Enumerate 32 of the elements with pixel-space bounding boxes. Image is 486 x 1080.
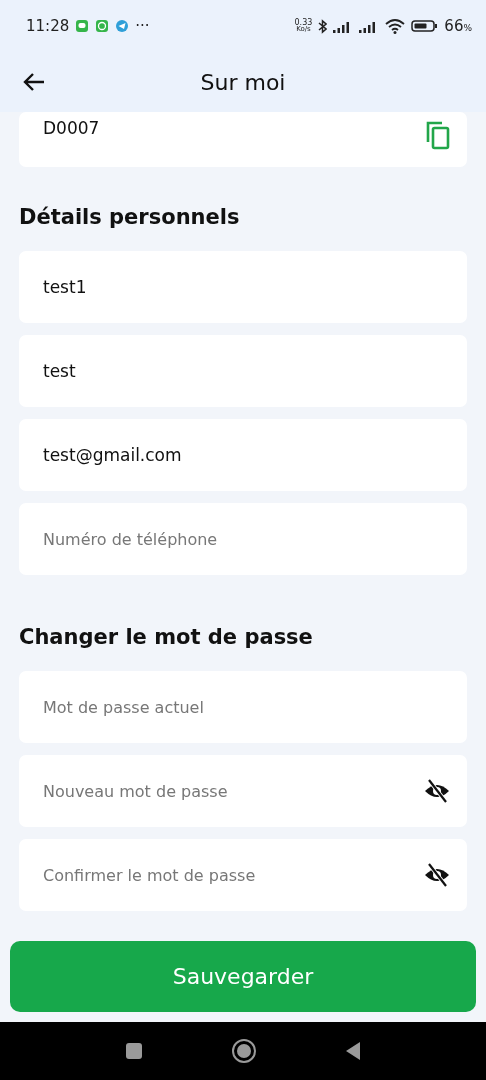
text-input[interactable]: test [43,361,453,381]
input-field[interactable]: test@gmail.com [19,419,467,491]
page-title: Sur moi [199,69,287,95]
back-nav-button[interactable] [345,1041,361,1061]
text-input[interactable]: Confirmer le mot de passe [43,865,421,885]
paper-plane-app-icon [115,19,130,33]
text-input[interactable]: Numéro de téléphone [43,529,453,549]
id-value: D0007 [43,118,101,138]
text-input[interactable]: Nouveau mot de passe [43,781,421,801]
text-input[interactable]: test1 [43,277,453,297]
bluetooth-icon [318,18,328,34]
eye-off-icon[interactable] [423,778,451,804]
wifi-icon [385,18,406,34]
clock: 11:28 [26,17,70,35]
section-title: Détails personnels [19,205,241,229]
text-input[interactable]: Mot de passe actuel [43,697,453,717]
text-input[interactable]: test@gmail.com [43,445,453,465]
battery-icon [411,19,439,33]
message-app-icon [75,19,90,33]
recents-button[interactable] [125,1042,143,1060]
more-notifications: ··· [135,17,150,35]
battery-percentage: 66% [444,17,472,35]
input-field[interactable]: Confirmer le mot de passe [19,839,467,911]
input-field[interactable]: test1 [19,251,467,323]
input-field[interactable]: test [19,335,467,407]
input-field[interactable]: Nouveau mot de passe [19,755,467,827]
chat-app-icon [95,19,110,33]
input-field[interactable]: Numéro de téléphone [19,503,467,575]
home-button[interactable] [231,1038,257,1064]
section-title: Changer le mot de passe [19,625,314,649]
eye-off-icon[interactable] [423,862,451,888]
input-field[interactable]: Mot de passe actuel [19,671,467,743]
